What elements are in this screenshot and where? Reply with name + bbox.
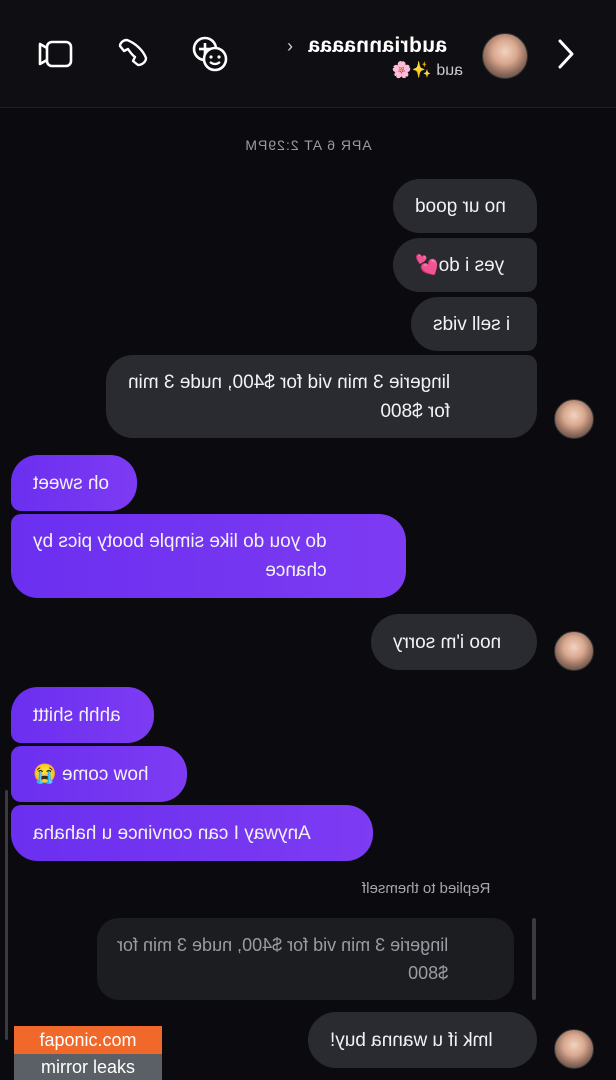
message-bubble[interactable]: yes i do💕 [393, 238, 537, 292]
watermark-tagline: mirror leaks [14, 1054, 162, 1080]
reply-indicator-bar [532, 918, 536, 1000]
message-timestamp: APR 6 AT 2:29PM [244, 137, 372, 153]
sticker-add-icon[interactable] [188, 32, 232, 76]
header-avatar[interactable] [482, 33, 528, 79]
message-bubble[interactable]: do you do like simple booty pics by chan… [11, 514, 406, 598]
message-bubble[interactable]: how come 😭 [11, 746, 187, 802]
message-bubble[interactable]: Anyway I can convince u hahaha [11, 805, 373, 861]
message-bubble[interactable]: lmk if u wanna buy! [308, 1012, 537, 1068]
phone-icon[interactable] [112, 32, 156, 76]
scrollbar[interactable] [5, 790, 8, 1040]
message-bubble[interactable]: no ur good [393, 179, 537, 233]
message-bubble[interactable]: oh sweet [11, 455, 137, 511]
back-chevron-icon[interactable] [544, 32, 588, 76]
sender-avatar[interactable] [554, 399, 594, 439]
chat-username[interactable]: audriannaaaa [308, 34, 447, 58]
message-bubble[interactable]: noo i'm sorry [371, 614, 537, 670]
message-bubble[interactable]: ahhh shittt [11, 687, 154, 743]
profile-chevron-icon[interactable]: › [287, 36, 293, 57]
quoted-message[interactable]: lingerie 3 min vid for $400, nude 3 min … [97, 918, 514, 1000]
chat-screen: › audriannaaaa aud ✨🌸 APR 6 AT 2:29PM no… [0, 0, 616, 1080]
watermark-site: faponic.com [14, 1026, 162, 1054]
sender-avatar[interactable] [554, 631, 594, 671]
chat-subname: aud ✨🌸 [392, 62, 463, 79]
message-bubble[interactable]: lingerie 3 min vid for $400, nude 3 min … [106, 355, 537, 438]
chat-header: › audriannaaaa aud ✨🌸 [0, 0, 616, 108]
video-call-icon[interactable] [34, 32, 78, 76]
reply-label: Replied to themself [362, 880, 491, 897]
sender-avatar[interactable] [554, 1029, 594, 1069]
message-bubble[interactable]: i sell vids [411, 297, 537, 351]
